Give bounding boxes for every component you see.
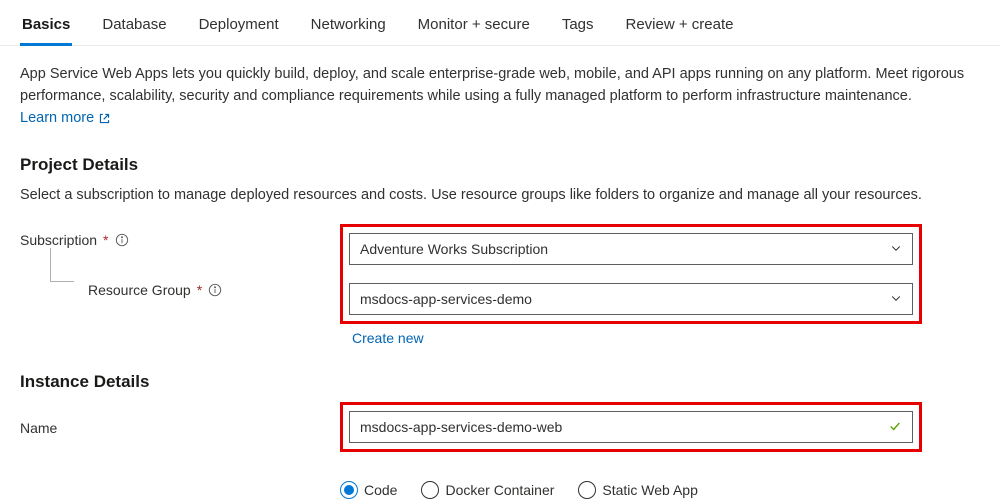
radio-selected-icon bbox=[340, 481, 358, 499]
radio-icon bbox=[421, 481, 439, 499]
project-details-title: Project Details bbox=[20, 155, 980, 175]
tab-tags[interactable]: Tags bbox=[560, 8, 596, 46]
tab-networking[interactable]: Networking bbox=[309, 8, 388, 46]
instance-details-title: Instance Details bbox=[20, 372, 980, 392]
publish-option-static[interactable]: Static Web App bbox=[578, 481, 697, 499]
name-value: msdocs-app-services-demo-web bbox=[360, 419, 562, 435]
resource-group-dropdown[interactable]: msdocs-app-services-demo bbox=[349, 283, 913, 315]
learn-more-link[interactable]: Learn more bbox=[20, 108, 111, 130]
tab-database[interactable]: Database bbox=[100, 8, 168, 46]
chevron-down-icon bbox=[890, 291, 902, 307]
publish-radio-group: Code Docker Container Static Web App bbox=[340, 480, 980, 500]
name-label: Name bbox=[20, 412, 340, 444]
intro-text: App Service Web Apps lets you quickly bu… bbox=[20, 64, 980, 129]
publish-option-docker[interactable]: Docker Container bbox=[421, 481, 554, 499]
publish-option-code[interactable]: Code bbox=[340, 481, 397, 499]
tab-monitor-secure[interactable]: Monitor + secure bbox=[416, 8, 532, 46]
instance-name-highlight: msdocs-app-services-demo-web bbox=[340, 402, 922, 452]
radio-icon bbox=[578, 481, 596, 499]
external-link-icon bbox=[98, 112, 111, 125]
info-icon[interactable] bbox=[115, 233, 129, 247]
project-details-desc: Select a subscription to manage deployed… bbox=[20, 185, 980, 206]
create-new-link[interactable]: Create new bbox=[352, 330, 424, 346]
required-asterisk: * bbox=[103, 232, 108, 248]
resource-group-value: msdocs-app-services-demo bbox=[360, 291, 532, 307]
subscription-value: Adventure Works Subscription bbox=[360, 241, 548, 257]
tab-basics[interactable]: Basics bbox=[20, 8, 72, 46]
tab-review-create[interactable]: Review + create bbox=[624, 8, 736, 46]
subscription-dropdown[interactable]: Adventure Works Subscription bbox=[349, 233, 913, 265]
check-icon bbox=[888, 419, 902, 436]
required-asterisk: * bbox=[197, 282, 202, 298]
tabs-bar: Basics Database Deployment Networking Mo… bbox=[0, 0, 1000, 46]
tab-deployment[interactable]: Deployment bbox=[197, 8, 281, 46]
info-icon[interactable] bbox=[208, 283, 222, 297]
project-details-highlight: Adventure Works Subscription msdocs-app-… bbox=[340, 224, 922, 324]
chevron-down-icon bbox=[890, 241, 902, 257]
tree-connector bbox=[50, 248, 74, 282]
name-input[interactable]: msdocs-app-services-demo-web bbox=[349, 411, 913, 443]
